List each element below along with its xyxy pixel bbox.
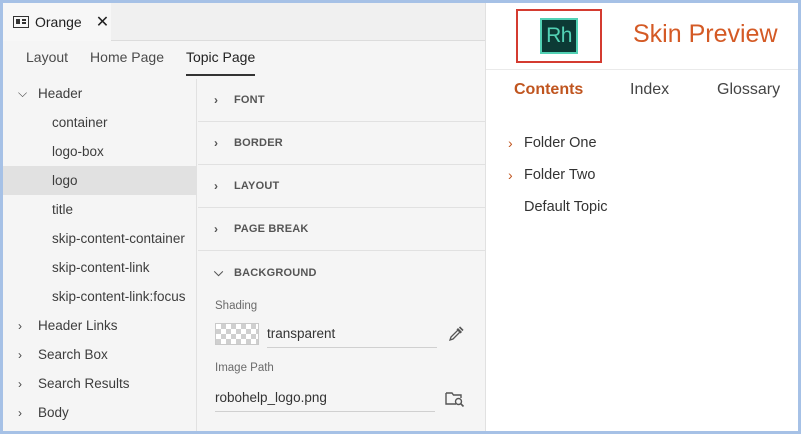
- tree-item-search-box[interactable]: › Search Box: [3, 340, 196, 369]
- tree-item-label: Search Box: [38, 347, 108, 362]
- robohelp-logo: Rh: [540, 18, 578, 54]
- chevron-right-icon: ›: [214, 179, 219, 193]
- image-path-field[interactable]: robohelp_logo.png: [215, 384, 435, 412]
- tree-item-search-results[interactable]: › Search Results: [3, 369, 196, 398]
- tree-item-logo-box[interactable]: logo-box: [3, 137, 196, 166]
- shading-label: Shading: [215, 300, 258, 312]
- tree-item-skip-content-link[interactable]: skip-content-link: [3, 253, 196, 282]
- section-title: LAYOUT: [234, 180, 280, 192]
- section-title: BACKGROUND: [234, 266, 317, 279]
- eyedropper-icon[interactable]: [447, 325, 465, 343]
- logo-text: Rh: [546, 24, 572, 47]
- tree-item-label: skip-content-link:focus: [52, 289, 186, 304]
- tree-item-header-links[interactable]: › Header Links: [3, 311, 196, 340]
- toc-folder-two[interactable]: › Folder Two: [486, 159, 798, 191]
- tree-item-title[interactable]: title: [3, 195, 196, 224]
- tree-item-header[interactable]: ⌵ Header: [3, 79, 196, 108]
- properties-panel: › FONT › BORDER › LAYOUT › PAGE BREAK ⌵ …: [198, 79, 485, 431]
- section-background[interactable]: ⌵ BACKGROUND: [198, 251, 485, 294]
- close-tab-icon[interactable]: ✕: [96, 12, 109, 32]
- tree-item-label: logo: [52, 173, 78, 188]
- toc-item-label: Folder One: [524, 135, 597, 151]
- toc-item-label: Default Topic: [524, 199, 608, 215]
- shading-value: transparent: [267, 326, 336, 341]
- tree-item-label: skip-content-link: [52, 260, 150, 275]
- toc-item-label: Folder Two: [524, 167, 596, 183]
- chevron-right-icon[interactable]: ›: [18, 406, 38, 420]
- tree-item-label: Body: [38, 405, 69, 420]
- section-font[interactable]: › FONT: [198, 79, 485, 122]
- tree-item-label: Header Links: [38, 318, 118, 333]
- document-tab-title: Orange: [35, 14, 82, 30]
- chevron-right-icon: ›: [508, 167, 513, 183]
- section-page-break[interactable]: › PAGE BREAK: [198, 208, 485, 251]
- preview-header: Rh Skin Preview: [486, 3, 798, 70]
- document-window-icon: [13, 16, 29, 28]
- tree-item-label: logo-box: [52, 144, 104, 159]
- editor-subtabs: Layout Home Page Topic Page: [3, 41, 485, 79]
- preview-tabs: Contents Index Glossary: [486, 81, 798, 103]
- chevron-right-icon[interactable]: ›: [18, 319, 38, 333]
- image-path-label: Image Path: [215, 362, 274, 374]
- image-path-row: robohelp_logo.png: [198, 384, 485, 412]
- chevron-right-icon[interactable]: ›: [18, 348, 38, 362]
- chevron-right-icon[interactable]: ›: [18, 377, 38, 391]
- toc-default-topic[interactable]: Default Topic: [486, 191, 798, 223]
- preview-logo-box[interactable]: Rh: [516, 9, 602, 63]
- section-title: FONT: [234, 94, 265, 106]
- tree-item-label: skip-content-container: [52, 231, 185, 246]
- section-border[interactable]: › BORDER: [198, 122, 485, 165]
- preview-title: Skin Preview: [633, 20, 778, 48]
- chevron-right-icon: ›: [214, 93, 219, 107]
- shading-row: transparent: [198, 320, 485, 348]
- chevron-right-icon: ›: [508, 135, 513, 151]
- preview-tab-contents[interactable]: Contents: [514, 81, 583, 99]
- skin-editor-pane: Layout Home Page Topic Page ⌵ Header con…: [3, 41, 485, 431]
- section-title: BORDER: [234, 137, 283, 149]
- app-window: Orange ✕ Layout Home Page Topic Page ⌵ H…: [0, 0, 801, 434]
- folder-search-icon[interactable]: [445, 389, 465, 408]
- preview-toc: › Folder One › Folder Two Default Topic: [486, 127, 798, 223]
- tab-topic-page[interactable]: Topic Page: [185, 41, 256, 76]
- skin-preview-pane: Rh Skin Preview Contents Index Glossary …: [485, 3, 798, 431]
- tree-item-skip-content-link-focus[interactable]: skip-content-link:focus: [3, 282, 196, 311]
- image-path-value: robohelp_logo.png: [215, 390, 327, 405]
- toc-folder-one[interactable]: › Folder One: [486, 127, 798, 159]
- tree-item-container[interactable]: container: [3, 108, 196, 137]
- shading-value-field[interactable]: transparent: [267, 320, 437, 348]
- tree-item-label: Header: [38, 86, 83, 101]
- section-layout[interactable]: › LAYOUT: [198, 165, 485, 208]
- section-title: PAGE BREAK: [234, 223, 309, 235]
- tab-home-page[interactable]: Home Page: [90, 41, 164, 79]
- preview-tab-glossary[interactable]: Glossary: [717, 81, 780, 99]
- tree-item-label: title: [52, 202, 74, 217]
- preview-tab-index[interactable]: Index: [630, 81, 669, 99]
- tree-item-label: Search Results: [38, 376, 130, 391]
- document-tab[interactable]: Orange ✕: [3, 3, 111, 41]
- component-tree: ⌵ Header container logo-box logo title s…: [3, 79, 197, 431]
- tree-item-body[interactable]: › Body: [3, 398, 196, 427]
- tab-layout[interactable]: Layout: [26, 41, 68, 79]
- tree-item-skip-content-container[interactable]: skip-content-container: [3, 224, 196, 253]
- shading-color-swatch[interactable]: [215, 323, 259, 345]
- chevron-right-icon: ›: [214, 222, 219, 236]
- chevron-down-icon[interactable]: ⌵: [18, 86, 38, 101]
- tree-item-label: container: [52, 115, 108, 130]
- chevron-right-icon: ›: [214, 136, 219, 150]
- tree-item-logo[interactable]: logo: [3, 166, 196, 195]
- chevron-down-icon: ⌵: [214, 265, 224, 279]
